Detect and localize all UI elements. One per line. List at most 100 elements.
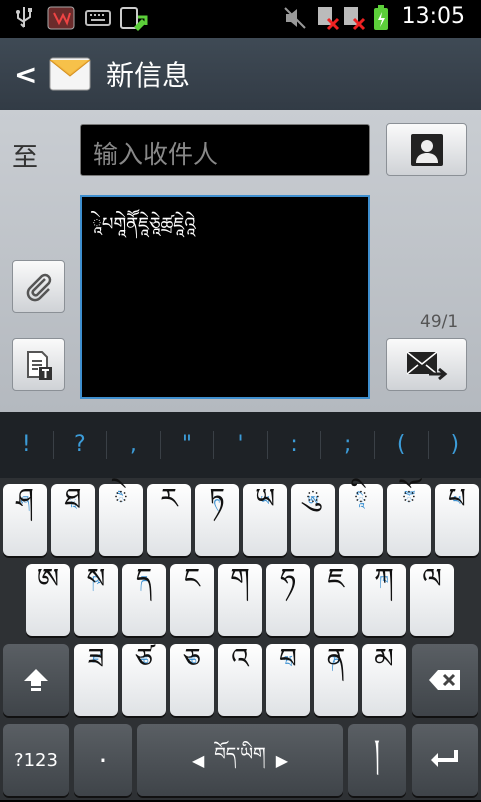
key[interactable]: ཇ	[314, 564, 358, 636]
key[interactable]: ཻེ	[99, 484, 143, 556]
key[interactable]: ལ	[410, 564, 454, 636]
key-label: འ	[218, 627, 262, 706]
backspace-icon	[428, 668, 462, 692]
title-bar: < 新信息	[0, 38, 481, 110]
mute-icon	[282, 5, 308, 31]
paperclip-icon	[23, 271, 55, 303]
key[interactable]: མ	[362, 644, 406, 716]
usb-icon	[14, 5, 34, 31]
key-label: ཨ	[26, 547, 70, 626]
key[interactable]: ཊཏ	[195, 484, 239, 556]
period-key-label: ·	[99, 744, 108, 777]
key-label: ཅ	[170, 627, 214, 706]
message-input[interactable]: ཱེཔགཱེནཽཇཱེཅཱེཚྲཇཱེའཱེ	[80, 195, 370, 399]
key-label: ག	[218, 547, 262, 626]
clock: 13:05	[402, 4, 465, 29]
suggestion-item[interactable]: ;	[321, 431, 375, 459]
contacts-button[interactable]	[386, 123, 467, 176]
shift-key[interactable]	[3, 644, 69, 716]
attach-button[interactable]	[12, 260, 65, 313]
key-label: ས	[74, 547, 118, 626]
status-bar: 13:05	[0, 0, 481, 38]
period-key[interactable]: ·	[74, 724, 132, 796]
symbols-key[interactable]: ?123	[3, 724, 69, 796]
key-label: བ	[266, 627, 310, 706]
enter-key[interactable]	[412, 724, 478, 796]
app-notification-icon	[46, 5, 76, 31]
key[interactable]: ཥས	[74, 564, 118, 636]
no-sim-icon	[316, 5, 340, 31]
key[interactable]: ཞཤ	[3, 484, 47, 556]
key-label: ོ	[387, 467, 431, 546]
back-icon[interactable]: <	[14, 58, 37, 91]
text-template-icon	[23, 349, 55, 381]
download-icon	[118, 5, 148, 31]
backspace-key[interactable]	[412, 644, 478, 716]
key-label: ེ	[99, 467, 143, 546]
key[interactable]: ག	[218, 564, 262, 636]
key-label: ང	[170, 547, 214, 626]
key-label: ཇ	[314, 547, 358, 626]
key-label: ད	[122, 547, 166, 626]
key[interactable]: ཁཀ	[362, 564, 406, 636]
key-label: ུ	[291, 467, 335, 546]
envelope-icon	[48, 52, 92, 96]
recipient-input[interactable]: 输入收件人	[80, 124, 370, 176]
space-key[interactable]: ◀ བོད་ཡིག ▶	[137, 724, 343, 796]
send-button[interactable]	[386, 338, 467, 391]
key[interactable]: ཽོ	[387, 484, 431, 556]
keyboard-icon	[84, 5, 112, 31]
shift-icon	[21, 667, 51, 693]
text-template-button[interactable]	[12, 338, 65, 391]
suggestion-item[interactable]: )	[429, 431, 481, 459]
key[interactable]: ཱཐ	[51, 484, 95, 556]
suggestion-item[interactable]: (	[375, 431, 429, 459]
suggestion-item[interactable]: :	[268, 431, 322, 459]
key-label: མ	[362, 627, 406, 706]
language-label: བོད་ཡིག	[214, 735, 265, 785]
suggestion-item[interactable]: ,	[107, 431, 161, 459]
key[interactable]: ཨུ	[291, 484, 335, 556]
key[interactable]: ཚཙ	[122, 644, 166, 716]
key[interactable]: ཨ	[26, 564, 70, 636]
key[interactable]: ཧ	[266, 564, 310, 636]
keyboard: ཞཤཱཐཻེརཊཏཡཡཨཱིིཽོུཕཔ ཨཥསཌདངགཧཇཁཀལ ཛཟཚཙཆཅའཝ…	[0, 478, 481, 800]
key-label: ཀ	[362, 547, 406, 626]
enter-icon	[428, 747, 462, 773]
key-label: ན	[314, 627, 358, 706]
key[interactable]: འ	[218, 644, 262, 716]
suggestion-item[interactable]: ?	[54, 431, 108, 459]
key[interactable]: ཕཔ	[435, 484, 479, 556]
key[interactable]: ཎན	[314, 644, 358, 716]
arrow-right-icon: ▶	[276, 751, 288, 770]
key-label: ར	[147, 467, 191, 546]
key-label: ཏ	[195, 467, 239, 546]
key-label: ཟ	[74, 627, 118, 706]
key[interactable]: ཆཅ	[170, 644, 214, 716]
key-label: ཙ	[122, 627, 166, 706]
key[interactable]: ཛཟ	[74, 644, 118, 716]
arrow-left-icon: ◀	[192, 751, 204, 770]
compose-area: 至 输入收件人 ཱེཔགཱེནཽཇཱེཅཱེཚྲཇཱེའཱེ 49/1	[0, 110, 481, 412]
key[interactable]: ར	[147, 484, 191, 556]
key[interactable]: ཌད	[122, 564, 166, 636]
contact-icon	[410, 133, 444, 167]
key[interactable]: ཱིི	[339, 484, 383, 556]
key-label: པ	[435, 467, 479, 546]
suggestion-item[interactable]: '	[214, 431, 268, 459]
key[interactable]: ཡཡ	[243, 484, 287, 556]
no-sim-icon-2	[342, 5, 366, 31]
send-icon	[405, 348, 449, 382]
key-label: ཡ	[243, 467, 287, 546]
symbols-key-label: ?123	[14, 750, 58, 771]
suggestion-item[interactable]: "	[161, 431, 215, 459]
battery-icon	[372, 5, 390, 31]
suggestion-item[interactable]: !	[0, 431, 54, 459]
key-label: ཤ	[3, 467, 47, 546]
key-label: ཧ	[266, 547, 310, 626]
key[interactable]: ཝབ	[266, 644, 310, 716]
key-label: ི	[339, 467, 383, 546]
character-counter: 49/1	[420, 312, 458, 332]
key[interactable]: ང	[170, 564, 214, 636]
shad-key[interactable]: །	[348, 724, 406, 796]
